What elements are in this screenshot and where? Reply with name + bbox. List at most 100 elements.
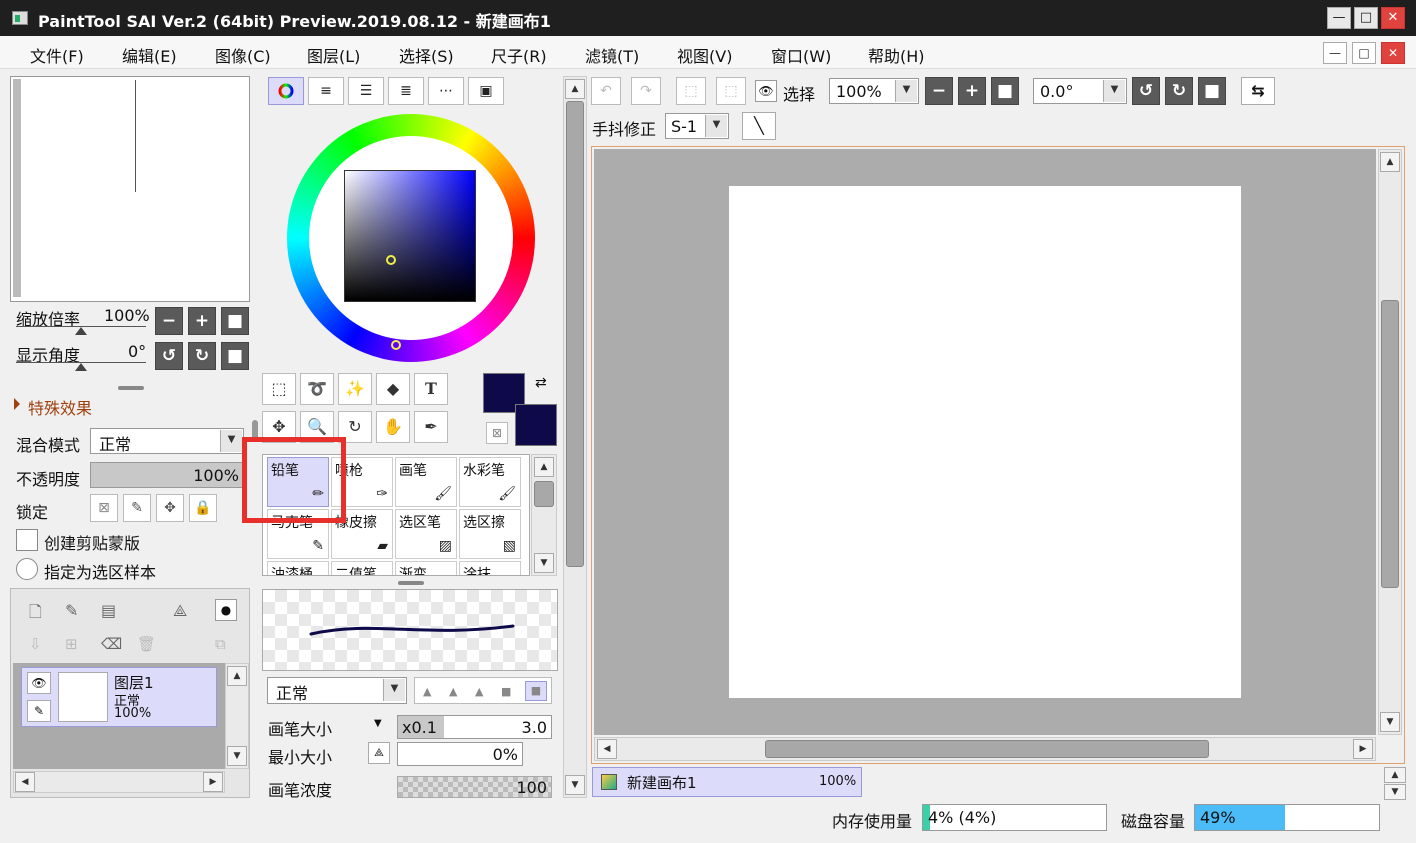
canvas-zoom-out-button[interactable]: − xyxy=(925,77,953,105)
canvas-rotate-right-button[interactable]: ↻ xyxy=(1165,77,1193,105)
canvas-vscroll-thumb[interactable] xyxy=(1381,300,1399,588)
shape-tri-3-icon[interactable]: ▲ xyxy=(475,685,483,698)
rgb-slider-tab[interactable]: ≡ xyxy=(308,77,344,105)
eye-icon[interactable]: 👁 xyxy=(27,672,51,694)
deselect-icon[interactable]: ⬚ xyxy=(676,77,706,105)
hand-icon[interactable]: ✋ xyxy=(376,411,410,443)
panel-splitter[interactable] xyxy=(118,386,144,390)
scroll-down-icon[interactable]: ▼ xyxy=(227,746,247,766)
scroll-up-icon[interactable]: ▲ xyxy=(534,457,554,477)
menu-view[interactable]: 视图(V) xyxy=(677,43,732,67)
canvas-paper[interactable] xyxy=(729,186,1241,698)
canvas-zoom-in-button[interactable]: + xyxy=(958,77,986,105)
opacity-slider[interactable]: 100% xyxy=(90,462,244,488)
effects-label[interactable]: 特殊效果 xyxy=(28,395,92,419)
menu-image[interactable]: 图像(C) xyxy=(215,43,271,67)
effects-expand-icon[interactable] xyxy=(14,398,20,410)
scroll-right-icon[interactable]: ▶ xyxy=(203,772,223,792)
brush-select-pen[interactable]: 选区笔 ▨ xyxy=(395,509,457,559)
hsv-slider-tab[interactable]: ☰ xyxy=(348,77,384,105)
menu-help[interactable]: 帮助(H) xyxy=(868,43,925,67)
canvas-hscroll-thumb[interactable] xyxy=(765,740,1209,758)
density-slider[interactable]: 100 xyxy=(397,776,552,798)
secondary-color-swatch[interactable] xyxy=(515,404,557,446)
doc-restore-button[interactable]: □ xyxy=(1352,42,1376,64)
minimize-button[interactable]: — xyxy=(1327,7,1351,29)
edit-pencil-icon[interactable]: ✎ xyxy=(27,700,51,722)
min-size-slider[interactable]: 0% xyxy=(397,742,523,766)
menu-ruler[interactable]: 尺子(R) xyxy=(491,43,547,67)
scratchpad-tab[interactable]: ▣ xyxy=(468,77,504,105)
swatch-tab[interactable]: ⋯ xyxy=(428,77,464,105)
layer-effect-icon[interactable]: ⟁ xyxy=(173,601,187,621)
scroll-left-icon[interactable]: ◀ xyxy=(15,772,35,792)
menu-layer[interactable]: 图层(L) xyxy=(307,43,360,67)
shape-tri-1-icon[interactable]: ▲ xyxy=(423,685,431,698)
navigator-scrollbar[interactable] xyxy=(13,79,21,297)
doc-close-button[interactable]: ✕ xyxy=(1381,42,1405,64)
canvas-angle-select[interactable]: 0.0° ▼ xyxy=(1033,78,1127,104)
brush-splitter[interactable] xyxy=(398,581,424,585)
lock-transparency-icon[interactable]: ⊠ xyxy=(90,494,118,522)
brush-smudge[interactable]: 涂抹 xyxy=(459,561,521,575)
scroll-left-icon[interactable]: ◀ xyxy=(597,739,617,759)
zoom-in-button[interactable]: + xyxy=(188,307,216,335)
brush-size-slider[interactable]: x0.1 3.0 xyxy=(397,715,552,739)
brush-binary[interactable]: 二值笔 xyxy=(331,561,393,575)
line-tool-icon[interactable]: ╲ xyxy=(742,112,776,140)
hue-picker-handle[interactable] xyxy=(391,340,401,350)
canvas-rotate-left-button[interactable]: ↺ xyxy=(1132,77,1160,105)
rotate-right-button[interactable]: ↻ xyxy=(188,342,216,370)
scroll-up-icon[interactable]: ▲ xyxy=(565,79,585,99)
navigator-preview[interactable] xyxy=(10,76,250,302)
merge-down-icon[interactable]: ⇩ xyxy=(29,635,42,653)
canvas-zoom-reset-button[interactable]: ■ xyxy=(991,77,1019,105)
menu-filter[interactable]: 滤镜(T) xyxy=(585,43,639,67)
shape-tri-2-icon[interactable]: ▲ xyxy=(449,685,457,698)
delete-layer-icon[interactable]: 🗑 xyxy=(137,635,156,653)
menu-select[interactable]: 选择(S) xyxy=(399,43,454,67)
saturation-value-square[interactable] xyxy=(344,170,476,302)
scroll-down-icon[interactable]: ▼ xyxy=(565,775,585,795)
canvas-rotate-reset-button[interactable]: ■ xyxy=(1198,77,1226,105)
lasso-icon[interactable]: ➰ xyxy=(300,373,334,405)
rotate-left-button[interactable]: ↺ xyxy=(155,342,183,370)
redo-icon[interactable]: ↷ xyxy=(631,77,661,105)
canvas-zoom-select[interactable]: 100% ▼ xyxy=(829,78,919,104)
shape-rect-icon[interactable]: ■ xyxy=(501,685,511,698)
pressure-icon[interactable]: ⟁ xyxy=(368,742,390,764)
selection-sample-checkbox[interactable] xyxy=(16,558,38,580)
scroll-down-icon[interactable]: ▼ xyxy=(534,553,554,573)
tab-scroll-up-icon[interactable]: ▲ xyxy=(1384,767,1406,783)
tool-panel-vscroll[interactable]: ▲ ▼ xyxy=(563,76,587,798)
new-folder-icon[interactable]: ▤ xyxy=(101,601,116,620)
show-selection-eye-icon[interactable]: 👁 xyxy=(755,80,777,102)
brush-grid-vscroll[interactable]: ▲ ▼ xyxy=(531,454,557,576)
sv-picker-handle[interactable] xyxy=(386,255,396,265)
brush-bucket[interactable]: 油漆桶 xyxy=(267,561,329,575)
lock-all-icon[interactable]: 🔒 xyxy=(189,494,217,522)
zoom-slider-handle[interactable] xyxy=(75,327,87,335)
scroll-up-icon[interactable]: ▲ xyxy=(1380,152,1400,172)
menu-file[interactable]: 文件(F) xyxy=(30,43,84,67)
magic-wand-icon[interactable]: ✨ xyxy=(338,373,372,405)
copy-layer-icon[interactable]: ⊞ xyxy=(65,635,78,653)
lock-move-icon[interactable]: ✥ xyxy=(156,494,184,522)
scroll-right-icon[interactable]: ▶ xyxy=(1353,739,1373,759)
zoom-out-button[interactable]: − xyxy=(155,307,183,335)
color-wheel-tab[interactable] xyxy=(268,77,304,105)
canvas-tab[interactable]: 新建画布1 100% xyxy=(592,767,862,797)
brush-brush[interactable]: 画笔 🖌 xyxy=(395,457,457,507)
brush-mode-select[interactable]: 正常 ▼ xyxy=(267,677,407,704)
layer-misc-icon[interactable]: ⧉ xyxy=(215,635,226,653)
mixer-tab[interactable]: ≣ xyxy=(388,77,424,105)
undo-icon[interactable]: ↶ xyxy=(591,77,621,105)
rect-select-icon[interactable]: ⬚ xyxy=(262,373,296,405)
lock-paint-icon[interactable]: ✎ xyxy=(123,494,151,522)
angle-slider-handle[interactable] xyxy=(75,363,87,371)
brush-watercolor[interactable]: 水彩笔 🖌 xyxy=(459,457,521,507)
scroll-up-icon[interactable]: ▲ xyxy=(227,666,247,686)
maximize-button[interactable]: □ xyxy=(1354,7,1378,29)
layer-list-hscroll[interactable]: ◀ ▶ xyxy=(13,771,225,793)
zoom-reset-button[interactable]: ■ xyxy=(221,307,249,335)
